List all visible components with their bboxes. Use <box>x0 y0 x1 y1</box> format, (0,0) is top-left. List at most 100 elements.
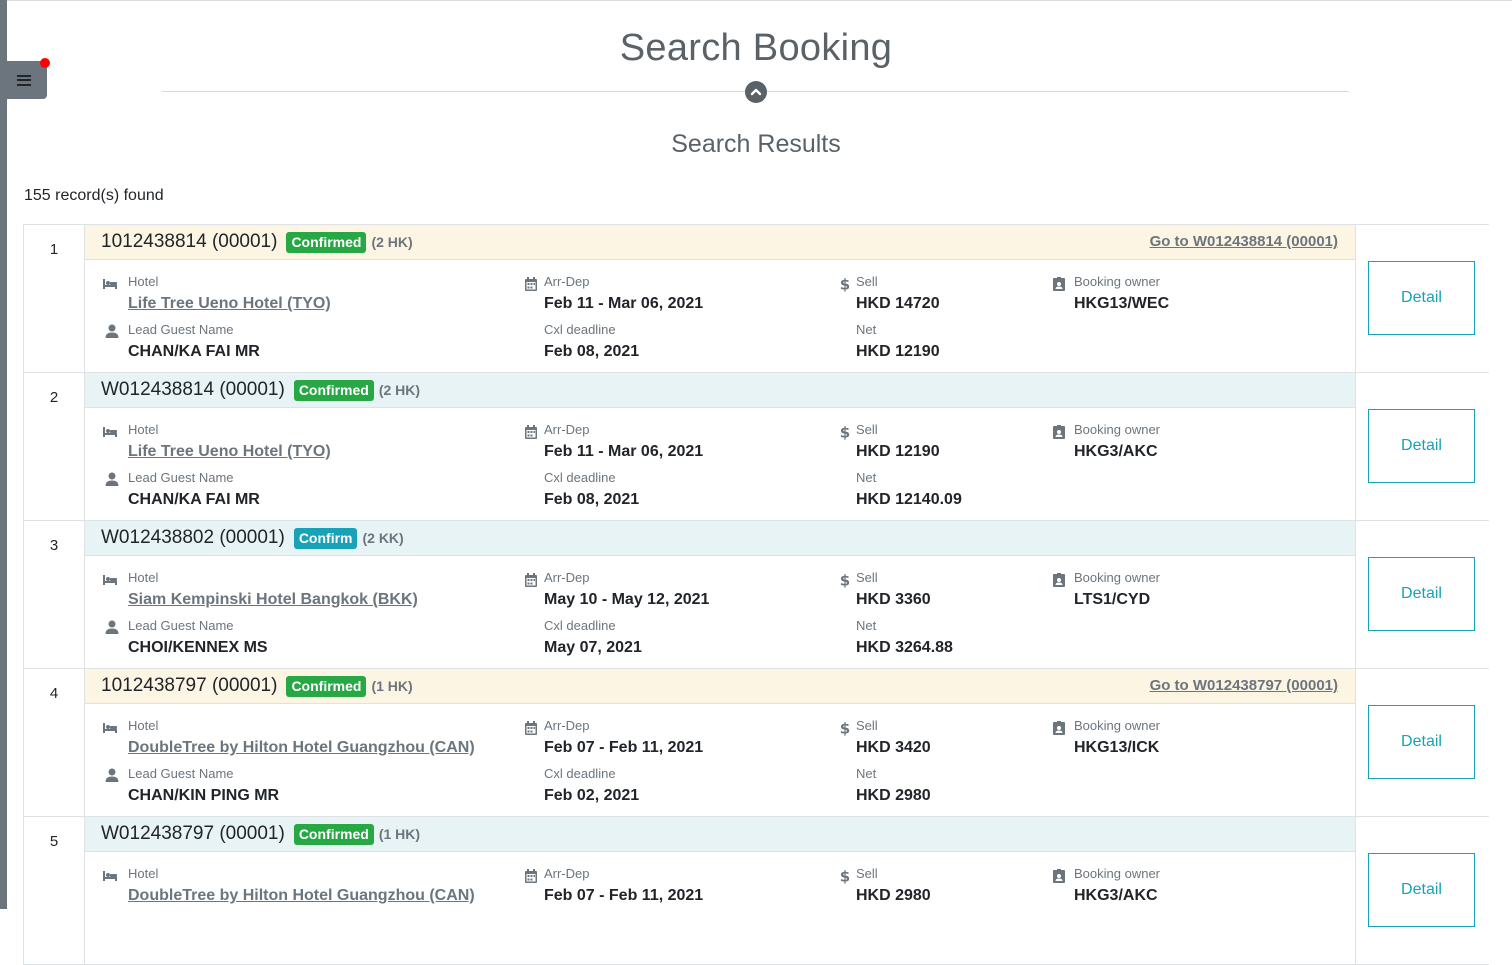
svg-text:$: $ <box>840 424 850 440</box>
booking-reference: 1012438814 (00001) <box>101 231 278 252</box>
booking-summary: W012438802 (00001) Confirm (2 KK) Hotel … <box>85 521 1356 668</box>
calendar-icon <box>525 573 537 587</box>
booking-summary: 1012438797 (00001) Confirmed (1 HK) Go t… <box>85 669 1356 816</box>
hotel-label: Hotel <box>128 422 159 437</box>
booking-header: 1012438814 (00001) Confirmed (2 HK) Go t… <box>85 225 1355 260</box>
goto-linked-booking-link[interactable]: Go to W012438797 (00001) <box>1150 677 1338 694</box>
id-badge-icon <box>1053 425 1065 439</box>
page-title: Search Booking <box>619 27 893 69</box>
hotel-name-link[interactable]: Life Tree Ueno Hotel (TYO) <box>128 295 331 313</box>
top-border <box>7 0 1512 1</box>
arr-dep-label: Arr-Dep <box>544 866 590 881</box>
calendar-icon <box>525 721 537 735</box>
detail-button[interactable]: Detail <box>1368 261 1475 335</box>
booking-header: 1012438797 (00001) Confirmed (1 HK) Go t… <box>85 669 1355 704</box>
booking-owner-label: Booking owner <box>1074 718 1160 733</box>
lead-guest-name: CHAN/KIN PING MR <box>128 787 280 804</box>
sell-label: Sell <box>856 570 878 585</box>
id-badge-icon <box>1053 277 1065 291</box>
cxl-deadline-date: Feb 08, 2021 <box>544 343 640 360</box>
cxl-deadline-label: Cxl deadline <box>544 322 616 337</box>
net-label: Net <box>856 618 877 633</box>
detail-button[interactable]: Detail <box>1368 557 1475 631</box>
hotel-name-link[interactable]: DoubleTree by Hilton Hotel Guangzhou (CA… <box>128 887 475 905</box>
dollar-icon: $ <box>840 720 850 736</box>
hotel-name-link[interactable]: Siam Kempinski Hotel Bangkok (BKK) <box>128 591 418 609</box>
detail-button[interactable]: Detail <box>1368 705 1475 779</box>
row-actions: Detail <box>1356 669 1488 816</box>
lead-guest-name: CHOI/KENNEX MS <box>128 639 268 656</box>
id-badge-icon <box>1053 573 1065 587</box>
detail-button[interactable]: Detail <box>1368 853 1475 927</box>
hotel-name-link[interactable]: DoubleTree by Hilton Hotel Guangzhou (CA… <box>128 739 475 757</box>
hotel-label: Hotel <box>128 570 159 585</box>
user-icon <box>105 620 119 634</box>
booking-details: Hotel Siam Kempinski Hotel Bangkok (BKK)… <box>85 556 1355 667</box>
booking-owner-code: HKG3/AKC <box>1074 443 1158 460</box>
record-count: 155 record(s) found <box>24 187 164 204</box>
calendar-icon <box>525 277 537 291</box>
sell-label: Sell <box>856 866 878 881</box>
cxl-deadline-label: Cxl deadline <box>544 618 616 633</box>
net-label: Net <box>856 322 877 337</box>
dollar-icon: $ <box>840 424 850 440</box>
row-number: 3 <box>24 521 85 668</box>
booking-row: 2 W012438814 (00001) Confirmed (2 HK) Ho… <box>24 373 1489 521</box>
arr-dep-dates: May 10 - May 12, 2021 <box>544 591 710 608</box>
calendar-icon <box>525 425 537 439</box>
arr-dep-dates: Feb 11 - Mar 06, 2021 <box>544 443 704 460</box>
arr-dep-label: Arr-Dep <box>544 274 590 289</box>
user-icon <box>105 472 119 486</box>
booking-owner-code: HKG13/ICK <box>1074 739 1160 756</box>
booking-summary: 1012438814 (00001) Confirmed (2 HK) Go t… <box>85 225 1356 372</box>
row-actions: Detail <box>1356 521 1488 668</box>
room-units: (2 KK) <box>362 530 404 546</box>
booking-owner-code: HKG3/AKC <box>1074 887 1158 904</box>
row-number: 4 <box>24 669 85 816</box>
booking-row: 3 W012438802 (00001) Confirm (2 KK) Hote… <box>24 521 1489 669</box>
status-badge: Confirm <box>293 527 358 549</box>
detail-button[interactable]: Detail <box>1368 409 1475 483</box>
status-badge: Confirmed <box>293 823 374 845</box>
lead-guest-name: CHAN/KA FAI MR <box>128 343 260 360</box>
bed-icon <box>103 279 117 289</box>
room-units: (2 HK) <box>378 382 421 398</box>
lead-guest-label: Lead Guest Name <box>128 470 234 485</box>
booking-reference: W012438802 (00001) <box>101 527 285 548</box>
booking-owner-label: Booking owner <box>1074 274 1160 289</box>
hotel-name-link[interactable]: Life Tree Ueno Hotel (TYO) <box>128 443 331 461</box>
hotel-label: Hotel <box>128 274 159 289</box>
svg-text:$: $ <box>840 868 850 884</box>
cxl-deadline-date: Feb 02, 2021 <box>544 787 640 804</box>
booking-summary: W012438797 (00001) Confirmed (1 HK) Hote… <box>85 817 1356 964</box>
dollar-icon: $ <box>840 572 850 588</box>
id-badge-icon <box>1053 869 1065 883</box>
room-units: (2 HK) <box>371 234 413 250</box>
results-title: Search Results <box>671 130 841 158</box>
arr-dep-label: Arr-Dep <box>544 422 590 437</box>
net-amount: HKD 2980 <box>856 787 931 804</box>
dollar-icon: $ <box>840 276 850 292</box>
net-label: Net <box>856 766 877 781</box>
user-icon <box>105 324 119 338</box>
booking-row: 1 1012438814 (00001) Confirmed (2 HK) Go… <box>24 225 1489 373</box>
collapse-search-button[interactable] <box>745 81 767 103</box>
dollar-icon: $ <box>840 868 850 884</box>
svg-text:$: $ <box>840 572 850 588</box>
booking-header: W012438797 (00001) Confirmed (1 HK) <box>85 817 1355 852</box>
arr-dep-label: Arr-Dep <box>544 570 590 585</box>
arr-dep-dates: Feb 07 - Feb 11, 2021 <box>544 887 704 904</box>
bars-icon <box>16 74 31 86</box>
booking-reference: W012438797 (00001) <box>101 823 285 844</box>
goto-linked-booking-link[interactable]: Go to W012438814 (00001) <box>1150 233 1338 250</box>
booking-reference: W012438814 (00001) <box>101 379 285 400</box>
arr-dep-dates: Feb 07 - Feb 11, 2021 <box>544 739 704 756</box>
calendar-icon <box>525 869 537 883</box>
sell-label: Sell <box>856 422 878 437</box>
sell-label: Sell <box>856 274 878 289</box>
booking-row: 4 1012438797 (00001) Confirmed (1 HK) Go… <box>24 669 1489 817</box>
net-amount: HKD 3264.88 <box>856 639 953 656</box>
sell-amount: HKD 12190 <box>856 443 940 460</box>
status-badge: Confirmed <box>293 379 374 401</box>
svg-text:$: $ <box>840 720 850 736</box>
